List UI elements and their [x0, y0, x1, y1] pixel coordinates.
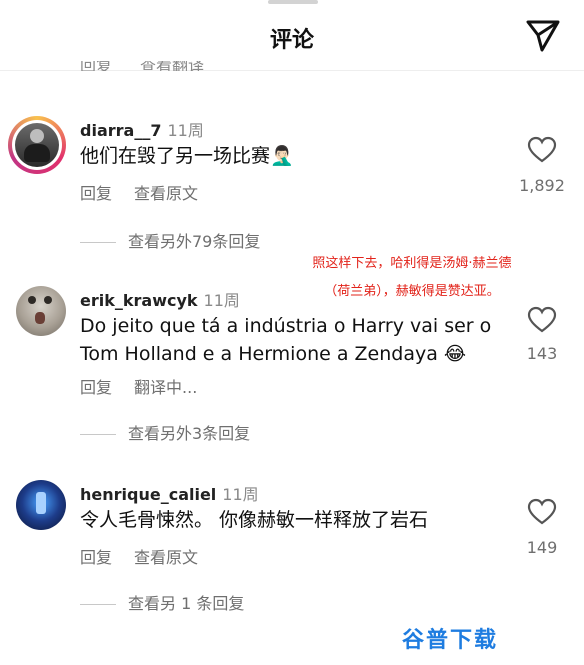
- comment-text: 令人毛骨悚然。 你像赫敏一样释放了岩石: [80, 509, 429, 531]
- annotation-note: 照这样下去，哈利得是汤姆·赫兰德 （荷兰弟），赫敏得是赞达亚。: [312, 256, 512, 299]
- comment-username[interactable]: diarra__7 11周: [80, 117, 204, 141]
- heart-icon[interactable]: [527, 136, 557, 164]
- watermark-logo: 谷普下载: [402, 628, 499, 653]
- comment-time: 11周: [167, 121, 204, 140]
- sheet-grabber[interactable]: [268, 0, 318, 4]
- avatar[interactable]: [8, 116, 66, 174]
- divider: [80, 434, 116, 435]
- comment-actions: 回复 查看原文: [80, 180, 220, 204]
- comment-actions: 回复 查看原文: [80, 544, 220, 568]
- divider: [80, 604, 116, 605]
- reply-link[interactable]: 回复: [80, 378, 112, 397]
- comment-text: Do jeito que tá a indústria o Harry vai …: [80, 315, 492, 365]
- facepalm-emoji: 🤦🏻‍♂️: [270, 145, 294, 167]
- page-title: 评论: [269, 28, 314, 53]
- comment-actions: 回复 翻译中...: [80, 374, 219, 398]
- paper-plane-icon[interactable]: [522, 18, 562, 54]
- heart-icon[interactable]: [527, 306, 557, 334]
- view-translation-link[interactable]: 查看翻译: [140, 61, 204, 71]
- divider: [80, 242, 116, 243]
- avatar[interactable]: [16, 286, 66, 336]
- comment-time: 11周: [222, 485, 259, 504]
- like-count: 149: [526, 538, 558, 557]
- view-replies-link[interactable]: 查看另 1 条回复: [80, 590, 244, 614]
- view-replies-link[interactable]: 查看另外79条回复: [80, 228, 260, 252]
- like-count: 1,892: [519, 176, 565, 195]
- comment-text: 他们在毁了另一场比赛🤦🏻‍♂️: [80, 145, 294, 167]
- laughing-emoji: 😂: [443, 343, 467, 365]
- reply-link[interactable]: 回复: [80, 184, 112, 203]
- view-original-link[interactable]: 查看原文: [134, 548, 198, 567]
- like-count: 143: [526, 344, 558, 363]
- comments-header: 评论 回复 查看翻译: [0, 0, 584, 71]
- comment-username[interactable]: erik_krawcyk 11周: [80, 287, 240, 311]
- comment-username[interactable]: henrique_caliel 11周: [80, 481, 259, 505]
- partial-action-row: 回复 查看翻译: [80, 61, 232, 71]
- reply-link[interactable]: 回复: [80, 61, 112, 71]
- avatar[interactable]: [16, 480, 66, 530]
- heart-icon[interactable]: [527, 498, 557, 526]
- reply-link[interactable]: 回复: [80, 548, 112, 567]
- comment-time: 11周: [203, 291, 240, 310]
- translating-status: 翻译中...: [134, 378, 198, 397]
- view-replies-link[interactable]: 查看另外3条回复: [80, 420, 250, 444]
- view-original-link[interactable]: 查看原文: [134, 184, 198, 203]
